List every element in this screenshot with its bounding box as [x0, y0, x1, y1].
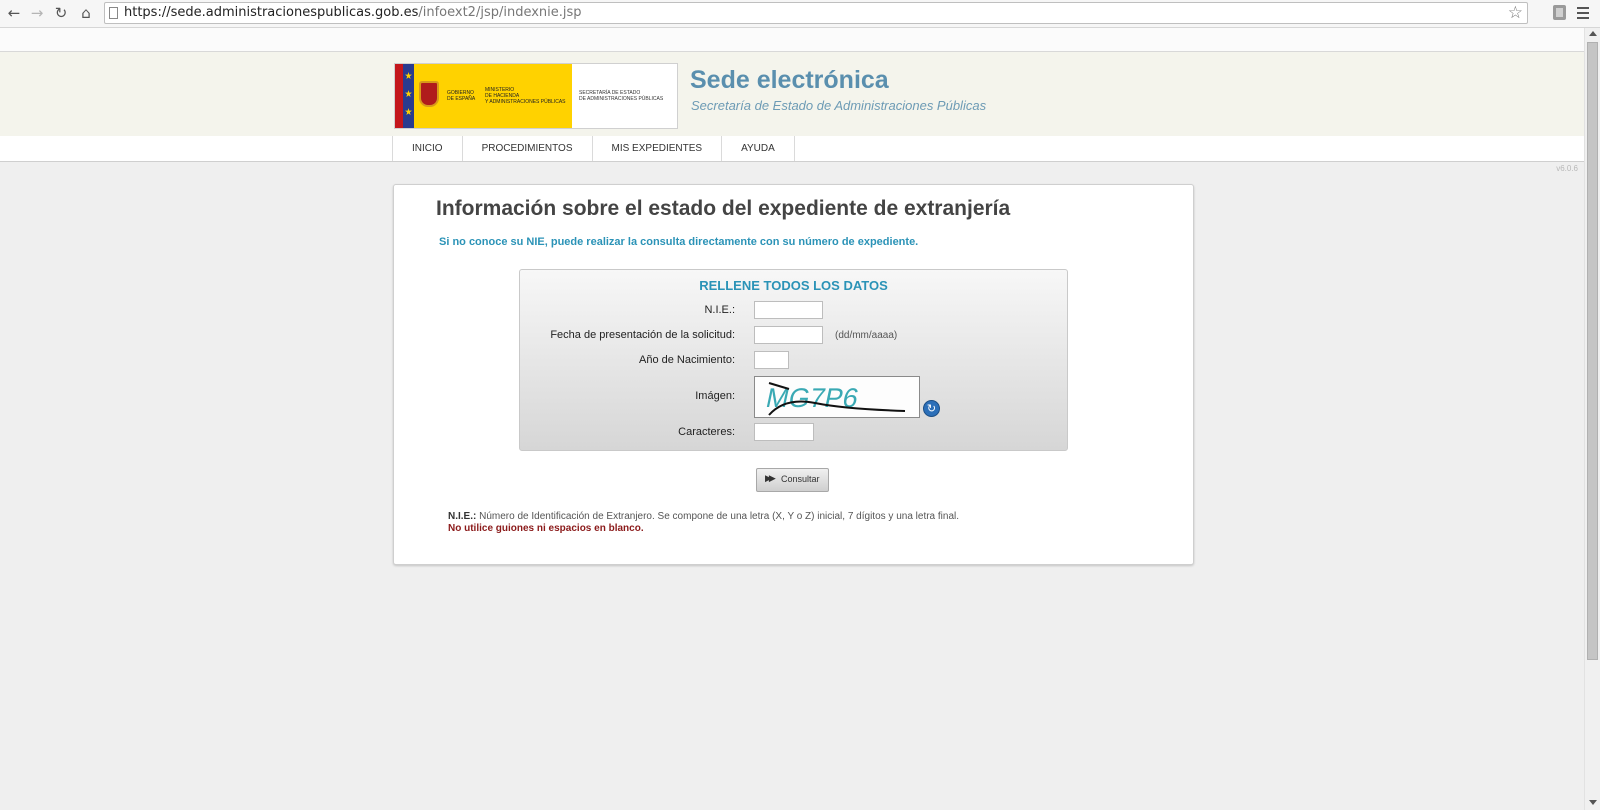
- logo-gobierno-text: GOBIERNO DE ESPAÑA: [447, 90, 476, 102]
- vertical-scrollbar[interactable]: [1584, 28, 1600, 810]
- site-subtitle: Secretaría de Estado de Administraciones…: [691, 98, 987, 113]
- scroll-up-arrow-icon[interactable]: [1589, 31, 1597, 36]
- nav-procedimientos[interactable]: PROCEDIMIENTOS: [463, 136, 593, 161]
- home-icon[interactable]: ⌂: [76, 3, 96, 23]
- caracteres-input[interactable]: [754, 423, 814, 441]
- nie-definition: N.I.E.: Número de Identificación de Extr…: [448, 511, 959, 522]
- logo-ministerio-text: MINISTERIO DE HACIENDA Y ADMINISTRACIONE…: [485, 87, 566, 105]
- browser-toolbar: ← → ↻ ⌂ https://sede.administracionespub…: [0, 0, 1600, 28]
- extension-icon[interactable]: [1553, 5, 1566, 20]
- logo-yellow-panel: GOBIERNO DE ESPAÑA MINISTERIO DE HACIEND…: [414, 64, 572, 128]
- query-form: RELLENE TODOS LOS DATOS N.I.E.: Fecha de…: [519, 269, 1068, 451]
- nie-term: N.I.E.:: [448, 511, 477, 522]
- address-bar[interactable]: https://sede.administracionespublicas.go…: [104, 2, 1528, 24]
- caracteres-label: Caracteres:: [678, 426, 735, 438]
- form-heading: RELLENE TODOS LOS DATOS: [699, 278, 888, 293]
- captcha-graphic: MG7P6: [763, 382, 906, 416]
- fast-forward-icon: ▶▶: [765, 474, 776, 484]
- back-icon[interactable]: ←: [4, 3, 24, 23]
- url-path: /infoext2/jsp/indexnie.jsp: [418, 5, 582, 20]
- nav-mis-expedientes[interactable]: MIS EXPEDIENTES: [593, 136, 723, 161]
- captcha-refresh-icon[interactable]: ↻: [923, 400, 940, 417]
- fecha-input[interactable]: [754, 326, 823, 344]
- version-label: v6.0.6: [1556, 164, 1578, 173]
- nie-input[interactable]: [754, 301, 823, 319]
- consultar-label: Consultar: [781, 474, 820, 484]
- nav-ayuda[interactable]: AYUDA: [722, 136, 795, 161]
- nie-warning: No utilice guiones ni espacios en blanco…: [448, 523, 644, 534]
- page-title: Información sobre el estado del expedien…: [436, 197, 1011, 220]
- scroll-thumb[interactable]: [1587, 42, 1598, 660]
- top-strip: [0, 28, 1584, 52]
- bookmark-star-icon[interactable]: ☆: [1508, 3, 1523, 23]
- menu-icon[interactable]: [1576, 4, 1590, 22]
- consultar-button[interactable]: ▶▶ Consultar: [756, 468, 829, 492]
- nie-hint-link[interactable]: Si no conoce su NIE, puede realizar la c…: [439, 236, 918, 248]
- site-title: Sede electrónica: [690, 66, 889, 94]
- reload-icon[interactable]: ↻: [51, 3, 71, 23]
- nav-inicio[interactable]: INICIO: [393, 136, 463, 161]
- page-icon: [109, 7, 118, 19]
- eu-stars-icon: [403, 64, 414, 128]
- nie-definition-text: Número de Identificación de Extranjero. …: [476, 511, 960, 522]
- page-viewport: GOBIERNO DE ESPAÑA MINISTERIO DE HACIEND…: [0, 28, 1584, 810]
- captcha-image: MG7P6: [754, 376, 920, 418]
- government-logo[interactable]: GOBIERNO DE ESPAÑA MINISTERIO DE HACIEND…: [394, 63, 678, 129]
- scroll-down-arrow-icon[interactable]: [1589, 800, 1597, 805]
- main-nav: INICIO PROCEDIMIENTOS MIS EXPEDIENTES AY…: [0, 136, 1584, 162]
- url-host: https://sede.administracionespublicas.go…: [124, 5, 419, 20]
- anio-input[interactable]: [754, 351, 789, 369]
- flag-stripe: [395, 64, 403, 128]
- coat-of-arms-icon: [419, 81, 439, 107]
- nie-label: N.I.E.:: [704, 304, 735, 316]
- anio-label: Año de Nacimiento:: [639, 354, 735, 366]
- logo-secretaria-text: SECRETARÍA DE ESTADO DE ADMINISTRACIONES…: [579, 90, 664, 102]
- content-card: Información sobre el estado del expedien…: [393, 184, 1194, 565]
- fecha-format-hint: (dd/mm/aaaa): [835, 330, 898, 341]
- imagen-label: Imágen:: [695, 390, 735, 402]
- url-text[interactable]: https://sede.administracionespublicas.go…: [124, 5, 582, 20]
- fecha-label: Fecha de presentación de la solicitud:: [550, 329, 735, 341]
- forward-icon[interactable]: →: [27, 3, 47, 23]
